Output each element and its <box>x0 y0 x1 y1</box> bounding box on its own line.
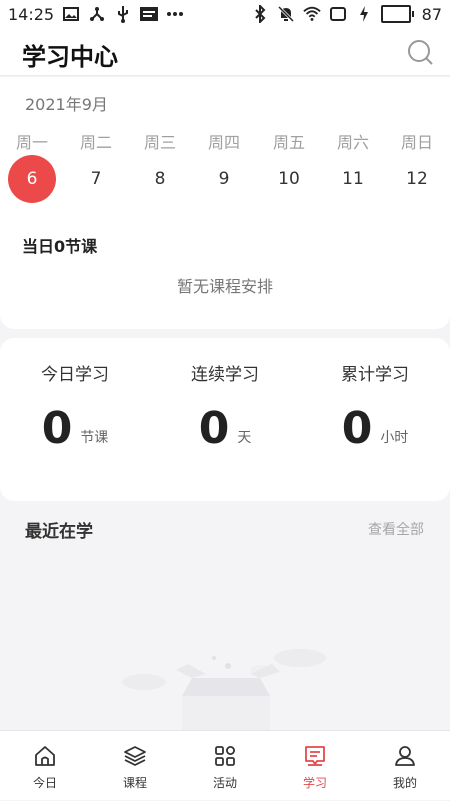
study-icon <box>305 746 325 766</box>
calendar-day[interactable]: 8 <box>136 155 184 203</box>
nav-label: 我的 <box>392 776 417 790</box>
stat-total: 累计学习 0 小时 <box>300 360 450 451</box>
stat-value: 0 <box>198 403 230 454</box>
search-icon[interactable] <box>406 38 434 66</box>
charging-icon <box>355 5 373 23</box>
stat-label: 连续学习 <box>191 365 259 385</box>
weekday-label: 周一 <box>15 133 48 152</box>
nav-item-study[interactable]: 学习 <box>270 731 360 801</box>
page-title: 学习中心 <box>22 43 118 71</box>
user-icon <box>395 746 415 766</box>
mute-icon <box>277 5 295 23</box>
battery-level: 87 <box>421 4 442 24</box>
weekday-label: 周二 <box>79 133 112 152</box>
share-icon <box>88 5 106 23</box>
status-time: 14:25 <box>8 4 55 24</box>
stat-value: 0 <box>341 403 373 454</box>
stat-value: 0 <box>41 403 73 454</box>
bluetooth-icon <box>251 5 269 23</box>
wifi-icon <box>302 5 321 23</box>
stat-unit: 小时 <box>380 430 409 446</box>
study-stats-card: 今日学习 0 节课 连续学习 0 天 累计学习 0 小时 <box>0 338 450 501</box>
calendar-day[interactable]: 11 <box>329 155 377 203</box>
app-header: 学习中心 <box>0 28 450 76</box>
calendar-day[interactable]: 12 <box>393 155 441 203</box>
nav-label: 学习 <box>302 776 327 790</box>
usb-icon <box>114 5 132 23</box>
status-right: 87 <box>251 5 442 24</box>
nav-label: 活动 <box>212 776 237 790</box>
weekday-label: 周六 <box>336 133 369 152</box>
nav-item-me[interactable]: 我的 <box>360 731 450 801</box>
daily-course-count: 当日0节课 <box>22 237 98 256</box>
nav-item-activities[interactable]: 活动 <box>180 731 270 801</box>
calendar-card: 2021年9月 周一 周二 周三 周四 周五 周六 周日 6 7 8 9 10 … <box>0 77 450 329</box>
weekday-label: 周五 <box>272 133 305 152</box>
no-schedule-note: 暂无课程安排 <box>176 277 273 296</box>
empty-box-illustration <box>110 630 340 730</box>
weekday-label: 周四 <box>207 133 240 152</box>
status-left: 14:25 <box>8 5 184 24</box>
calendar-month: 2021年9月 <box>25 95 108 114</box>
more-dots-icon <box>166 5 184 23</box>
news-icon <box>140 5 159 23</box>
stat-label: 今日学习 <box>41 365 109 385</box>
nav-label: 课程 <box>122 776 147 790</box>
grid-icon <box>215 746 235 766</box>
stat-label: 累计学习 <box>341 365 409 385</box>
weekday-label: 周日 <box>400 133 433 152</box>
nav-item-today[interactable]: 今日 <box>0 731 90 801</box>
nav-label: 今日 <box>32 776 57 790</box>
gallery-icon <box>62 5 80 23</box>
stat-unit: 天 <box>237 430 252 446</box>
calendar-day[interactable]: 9 <box>200 155 248 203</box>
nav-item-courses[interactable]: 课程 <box>90 731 180 801</box>
recent-section-header: 最近在学 查看全部 <box>0 510 450 546</box>
layers-icon <box>124 746 146 766</box>
day-row: 6 7 8 9 10 11 12 <box>0 155 450 203</box>
recent-title: 最近在学 <box>25 522 93 542</box>
calendar-day[interactable]: 7 <box>72 155 120 203</box>
battery-icon <box>380 5 414 23</box>
calendar-day[interactable]: 10 <box>265 155 313 203</box>
stat-unit: 节课 <box>80 430 109 446</box>
home-icon <box>35 746 55 766</box>
status-bar: 14:25 87 <box>0 0 450 28</box>
stat-today: 今日学习 0 节课 <box>0 360 150 451</box>
view-all-link[interactable]: 查看全部 <box>368 519 424 539</box>
calendar-day-selected[interactable]: 6 <box>8 155 56 203</box>
stat-streak: 连续学习 0 天 <box>150 360 300 451</box>
bottom-nav: 今日 课程 活动 学习 我的 <box>0 730 450 800</box>
screen-icon <box>329 5 347 23</box>
weekday-row: 周一 周二 周三 周四 周五 周六 周日 <box>0 129 450 153</box>
weekday-label: 周三 <box>143 133 176 152</box>
